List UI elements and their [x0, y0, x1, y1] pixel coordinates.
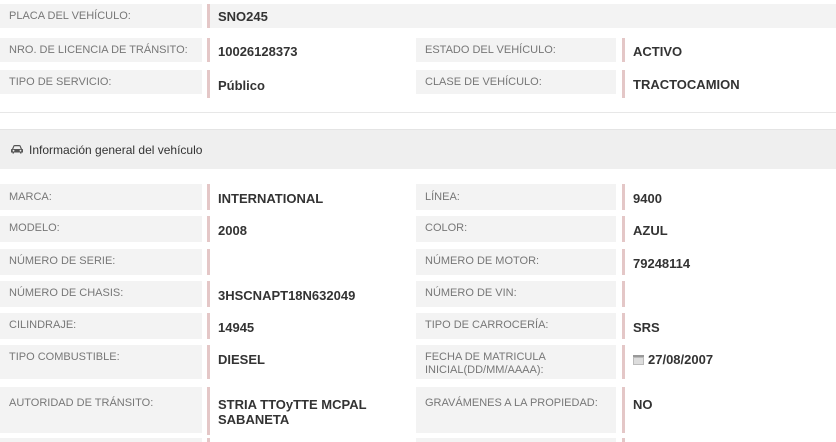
modelo-value: 2008 — [207, 216, 407, 242]
combustible-value: DIESEL — [207, 345, 407, 379]
vin-value — [622, 281, 836, 307]
next-row-value-2 — [622, 438, 836, 442]
section-header-general[interactable]: Información general del vehículo — [0, 129, 836, 169]
next-row-label-2 — [416, 438, 616, 442]
estado-label: ESTADO DEL VEHÍCULO: — [416, 38, 616, 62]
divider — [0, 112, 836, 113]
matricula-value-wrap: 27/08/2007 — [622, 345, 836, 379]
linea-label: LÍNEA: — [416, 184, 616, 210]
placa-label: PLACA DEL VEHÍCULO: — [0, 4, 202, 28]
estado-value: ACTIVO — [622, 38, 836, 62]
clase-value: TRACTOCAMION — [622, 70, 836, 98]
matricula-label: FECHA DE MATRICULA INICIAL(DD/MM/AAAA): — [416, 345, 616, 379]
color-label: COLOR: — [416, 216, 616, 242]
licencia-value: 10026128373 — [207, 38, 407, 62]
gravamenes-label: GRAVÁMENES A LA PROPIEDAD: — [416, 387, 616, 433]
motor-value: 79248114 — [622, 249, 836, 275]
carroceria-label: TIPO DE CARROCERÍA: — [416, 313, 616, 339]
motor-label: NÚMERO DE MOTOR: — [416, 249, 616, 275]
autoridad-label: AUTORIDAD DE TRÁNSITO: — [0, 387, 202, 433]
matricula-value: 27/08/2007 — [648, 352, 714, 367]
marca-label: MARCA: — [0, 184, 202, 210]
chasis-value: 3HSCNAPT18N632049 — [207, 281, 407, 307]
combustible-label: TIPO COMBUSTIBLE: — [0, 345, 202, 379]
serie-value — [207, 249, 407, 275]
servicio-label: TIPO DE SERVICIO: — [0, 70, 202, 94]
car-icon — [11, 145, 23, 154]
marca-value: INTERNATIONAL — [207, 184, 407, 210]
chasis-label: NÚMERO DE CHASIS: — [0, 281, 202, 307]
placa-value: SNO245 — [207, 4, 836, 28]
calendar-icon — [633, 355, 644, 365]
modelo-label: MODELO: — [0, 216, 202, 242]
section-title: Información general del vehículo — [29, 143, 203, 157]
gravamenes-value: NO — [622, 387, 836, 433]
color-value: AZUL — [622, 216, 836, 242]
servicio-value: Público — [207, 70, 407, 98]
vin-label: NÚMERO DE VIN: — [416, 281, 616, 307]
next-row-label — [0, 438, 202, 442]
linea-value: 9400 — [622, 184, 836, 210]
carroceria-value: SRS — [622, 313, 836, 339]
clase-label: CLASE DE VEHÍCULO: — [416, 70, 616, 94]
cilindraje-label: CILINDRAJE: — [0, 313, 202, 339]
licencia-label: NRO. DE LICENCIA DE TRÁNSITO: — [0, 38, 202, 62]
cilindraje-value: 14945 — [207, 313, 407, 339]
autoridad-value: STRIA TTOyTTE MCPAL SABANETA — [207, 387, 407, 435]
serie-label: NÚMERO DE SERIE: — [0, 249, 202, 275]
next-row-value — [207, 438, 407, 442]
